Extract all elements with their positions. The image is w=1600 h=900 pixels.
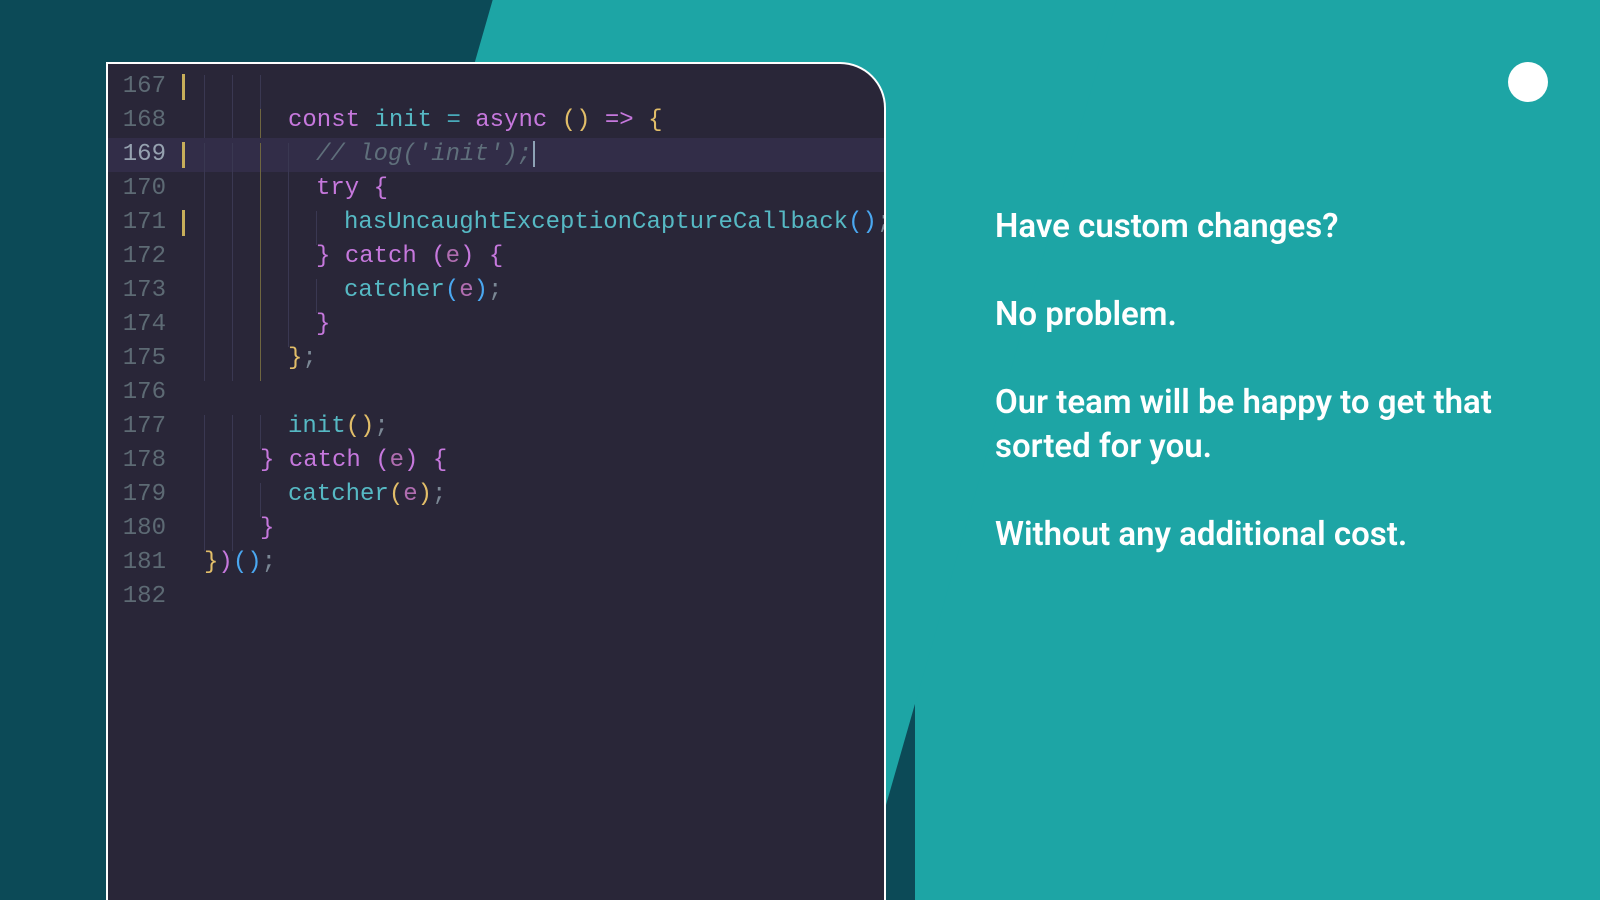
code-line[interactable]: 180} — [108, 512, 884, 546]
copy-line-4: Without any additional cost. — [995, 513, 1505, 557]
code-line[interactable]: 176 — [108, 376, 884, 410]
fold-gutter — [182, 444, 190, 478]
code-text[interactable]: }; — [190, 342, 317, 376]
text-cursor — [533, 141, 535, 167]
line-number: 175 — [108, 342, 182, 376]
code-text[interactable]: // log('init'); — [190, 138, 535, 172]
code-text[interactable]: hasUncaughtExceptionCaptureCallback(); — [190, 206, 886, 240]
code-line[interactable]: 172} catch (e) { — [108, 240, 884, 274]
line-number: 174 — [108, 308, 182, 342]
line-number: 178 — [108, 444, 182, 478]
fold-gutter — [182, 138, 190, 172]
code-text[interactable]: } — [190, 512, 274, 546]
line-number: 171 — [108, 206, 182, 240]
fold-gutter — [182, 410, 190, 444]
code-text[interactable]: catcher(e); — [190, 478, 446, 512]
marketing-copy: Have custom changes? No problem. Our tea… — [995, 205, 1505, 557]
slide: 167168const init = async () => {169// lo… — [0, 0, 1600, 900]
code-line[interactable]: 182 — [108, 580, 884, 614]
code-text[interactable]: init(); — [190, 410, 389, 444]
code-line[interactable]: 168const init = async () => { — [108, 104, 884, 138]
code-text[interactable]: })(); — [190, 546, 276, 580]
fold-gutter — [182, 580, 190, 614]
copy-line-3: Our team will be happy to get that sorte… — [995, 381, 1505, 469]
code-text[interactable]: } — [190, 308, 330, 342]
code-line[interactable]: 170try { — [108, 172, 884, 206]
code-line[interactable]: 174} — [108, 308, 884, 342]
code-text[interactable]: } catch (e) { — [190, 240, 503, 274]
line-number: 170 — [108, 172, 182, 206]
fold-gutter — [182, 546, 190, 580]
line-number: 173 — [108, 274, 182, 308]
code-line[interactable]: 169// log('init'); — [108, 138, 884, 172]
code-line[interactable]: 179catcher(e); — [108, 478, 884, 512]
code-text[interactable]: } catch (e) { — [190, 444, 447, 478]
code-text[interactable]: catcher(e); — [190, 274, 502, 308]
line-number: 168 — [108, 104, 182, 138]
fold-gutter — [182, 172, 190, 206]
line-number: 181 — [108, 546, 182, 580]
code-line[interactable]: 178} catch (e) { — [108, 444, 884, 478]
code-text[interactable]: try { — [190, 172, 388, 206]
line-number: 167 — [108, 70, 182, 104]
fold-gutter — [182, 342, 190, 376]
code-line[interactable]: 175}; — [108, 342, 884, 376]
code-text[interactable] — [190, 70, 288, 104]
fold-gutter — [182, 376, 190, 410]
line-number: 169 — [108, 138, 182, 172]
code-line[interactable]: 181})(); — [108, 546, 884, 580]
fold-gutter — [182, 274, 190, 308]
line-number: 180 — [108, 512, 182, 546]
copy-line-1: Have custom changes? — [995, 205, 1505, 249]
line-number: 182 — [108, 580, 182, 614]
line-number: 179 — [108, 478, 182, 512]
fold-gutter — [182, 70, 190, 104]
code-text[interactable]: const init = async () => { — [190, 104, 663, 138]
code-line[interactable]: 173catcher(e); — [108, 274, 884, 308]
fold-gutter — [182, 240, 190, 274]
line-number: 177 — [108, 410, 182, 444]
dot-icon — [1508, 62, 1548, 102]
fold-gutter — [182, 512, 190, 546]
line-number: 176 — [108, 376, 182, 410]
code-editor[interactable]: 167168const init = async () => {169// lo… — [106, 62, 886, 900]
fold-gutter — [182, 308, 190, 342]
code-line[interactable]: 177init(); — [108, 410, 884, 444]
code-line[interactable]: 167 — [108, 70, 884, 104]
fold-gutter — [182, 104, 190, 138]
line-number: 172 — [108, 240, 182, 274]
fold-gutter — [182, 206, 190, 240]
code-editor-body[interactable]: 167168const init = async () => {169// lo… — [108, 64, 884, 614]
fold-gutter — [182, 478, 190, 512]
code-line[interactable]: 171hasUncaughtExceptionCaptureCallback()… — [108, 206, 884, 240]
copy-line-2: No problem. — [995, 293, 1505, 337]
